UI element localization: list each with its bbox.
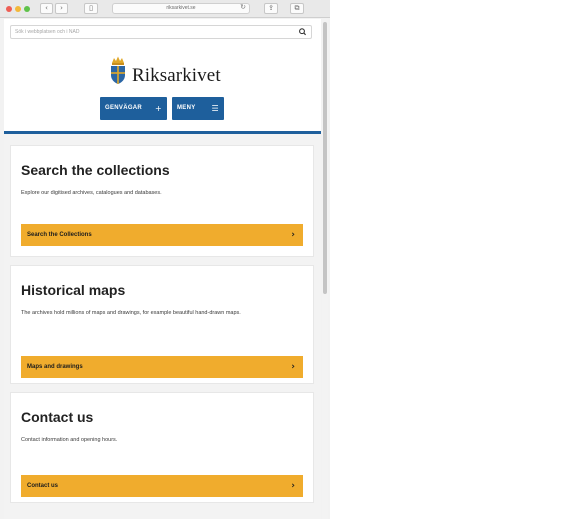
- menu-button[interactable]: MENY ☰: [172, 97, 224, 120]
- main-content: Search the collections Explore our digit…: [4, 134, 321, 519]
- contact-us-button[interactable]: Contact us ›: [21, 475, 303, 497]
- close-window-button[interactable]: [6, 6, 12, 12]
- card-description: Contact information and opening hours.: [21, 437, 118, 443]
- chevron-right-icon: ›: [291, 362, 295, 372]
- zoom-window-button[interactable]: [24, 6, 30, 12]
- card-description: Explore our digitised archives, catalogu…: [21, 190, 162, 196]
- page-viewport: Riksarkivet GENVÄGAR + MENY ☰ Search the…: [4, 19, 321, 519]
- card-historical-maps: Historical maps The archives hold millio…: [10, 265, 314, 384]
- site-logo[interactable]: Riksarkivet: [108, 55, 228, 89]
- back-icon[interactable]: ‹: [40, 3, 53, 14]
- search-icon[interactable]: [297, 27, 308, 37]
- scrollbar-thumb[interactable]: [323, 22, 327, 294]
- site-search: [10, 25, 312, 39]
- forward-icon[interactable]: ›: [55, 3, 68, 14]
- browser-toolbar: ‹ › ▯ riksarkivet.se ↻ ⇪ ⧉: [0, 0, 330, 18]
- hamburger-icon: ☰: [211, 104, 219, 113]
- card-contact-us: Contact us Contact information and openi…: [10, 392, 314, 503]
- menu-label: MENY: [177, 105, 196, 111]
- button-label: Contact us: [27, 483, 59, 489]
- address-bar[interactable]: riksarkivet.se ↻: [112, 3, 250, 14]
- logo-text: Riksarkivet: [132, 65, 221, 86]
- chevron-right-icon: ›: [291, 481, 295, 491]
- shortcuts-label: GENVÄGAR: [105, 105, 143, 111]
- address-text: riksarkivet.se: [166, 5, 196, 11]
- minimize-window-button[interactable]: [15, 6, 21, 12]
- search-collections-button[interactable]: Search the Collections ›: [21, 224, 303, 246]
- button-label: Maps and drawings: [27, 364, 83, 370]
- card-description: The archives hold millions of maps and d…: [21, 310, 241, 316]
- browser-window: ‹ › ▯ riksarkivet.se ↻ ⇪ ⧉ Riksarki: [0, 0, 330, 519]
- plus-icon: +: [154, 104, 162, 113]
- chevron-right-icon: ›: [291, 230, 295, 240]
- card-title: Search the collections: [21, 162, 170, 178]
- card-title: Historical maps: [21, 282, 126, 298]
- reload-icon[interactable]: ↻: [240, 3, 246, 11]
- button-label: Search the Collections: [27, 232, 92, 238]
- shortcuts-button[interactable]: GENVÄGAR +: [100, 97, 167, 120]
- sidebar-icon[interactable]: ▯: [84, 3, 98, 14]
- tabs-icon[interactable]: ⧉: [290, 3, 304, 14]
- card-title: Contact us: [21, 409, 94, 425]
- vertical-scrollbar[interactable]: [322, 19, 328, 519]
- share-icon[interactable]: ⇪: [264, 3, 278, 14]
- search-input[interactable]: [15, 26, 275, 38]
- card-search-collections: Search the collections Explore our digit…: [10, 145, 314, 257]
- maps-and-drawings-button[interactable]: Maps and drawings ›: [21, 356, 303, 378]
- crown-shield-icon: [111, 56, 125, 84]
